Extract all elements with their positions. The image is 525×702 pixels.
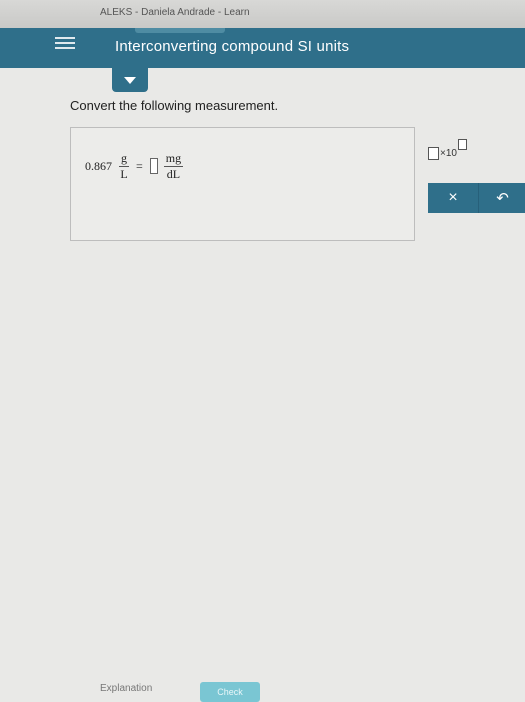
- page-title: Interconverting compound SI units: [115, 38, 350, 55]
- given-value: 0.867: [85, 158, 112, 173]
- equals-sign: =: [136, 158, 143, 173]
- conversion-expression: 0.867 g L = mg dL: [85, 146, 186, 186]
- target-unit: mg dL: [163, 150, 184, 181]
- problem-prompt: Convert the following measurement.: [70, 98, 279, 113]
- close-icon: ×: [448, 189, 458, 206]
- given-unit-numerator: g: [119, 150, 129, 167]
- explanation-button[interactable]: Explanation: [100, 683, 152, 694]
- sci-notation-label: ×10: [440, 148, 457, 159]
- problem-box: 0.867 g L = mg dL: [70, 127, 415, 241]
- answer-input[interactable]: [149, 158, 158, 174]
- scientific-notation-button[interactable]: ×10: [428, 139, 467, 165]
- mantissa-box: [428, 147, 439, 160]
- exponent-box: [457, 139, 467, 150]
- hamburger-icon[interactable]: [55, 34, 77, 56]
- given-unit: g L: [119, 150, 129, 181]
- check-button[interactable]: Check: [200, 682, 260, 702]
- collapse-tab[interactable]: [112, 68, 148, 92]
- chevron-down-icon: [124, 76, 136, 84]
- check-button-label: Check: [217, 687, 243, 697]
- browser-title-bar: ALEKS - Daniela Andrade - Learn: [0, 0, 525, 29]
- target-unit-numerator: mg: [163, 150, 184, 167]
- header-accent: [135, 28, 225, 33]
- footer-bar: Explanation Check: [95, 680, 275, 702]
- clear-button[interactable]: ×: [428, 183, 478, 213]
- answer-tools: ×10 × ↶: [420, 127, 525, 215]
- browser-title: ALEKS - Daniela Andrade - Learn: [100, 7, 250, 18]
- undo-icon: ↶: [496, 190, 509, 207]
- undo-button[interactable]: ↶: [478, 183, 525, 213]
- given-unit-denominator: L: [120, 166, 128, 181]
- app-header: Interconverting compound SI units: [0, 28, 525, 68]
- target-unit-denominator: dL: [166, 166, 181, 181]
